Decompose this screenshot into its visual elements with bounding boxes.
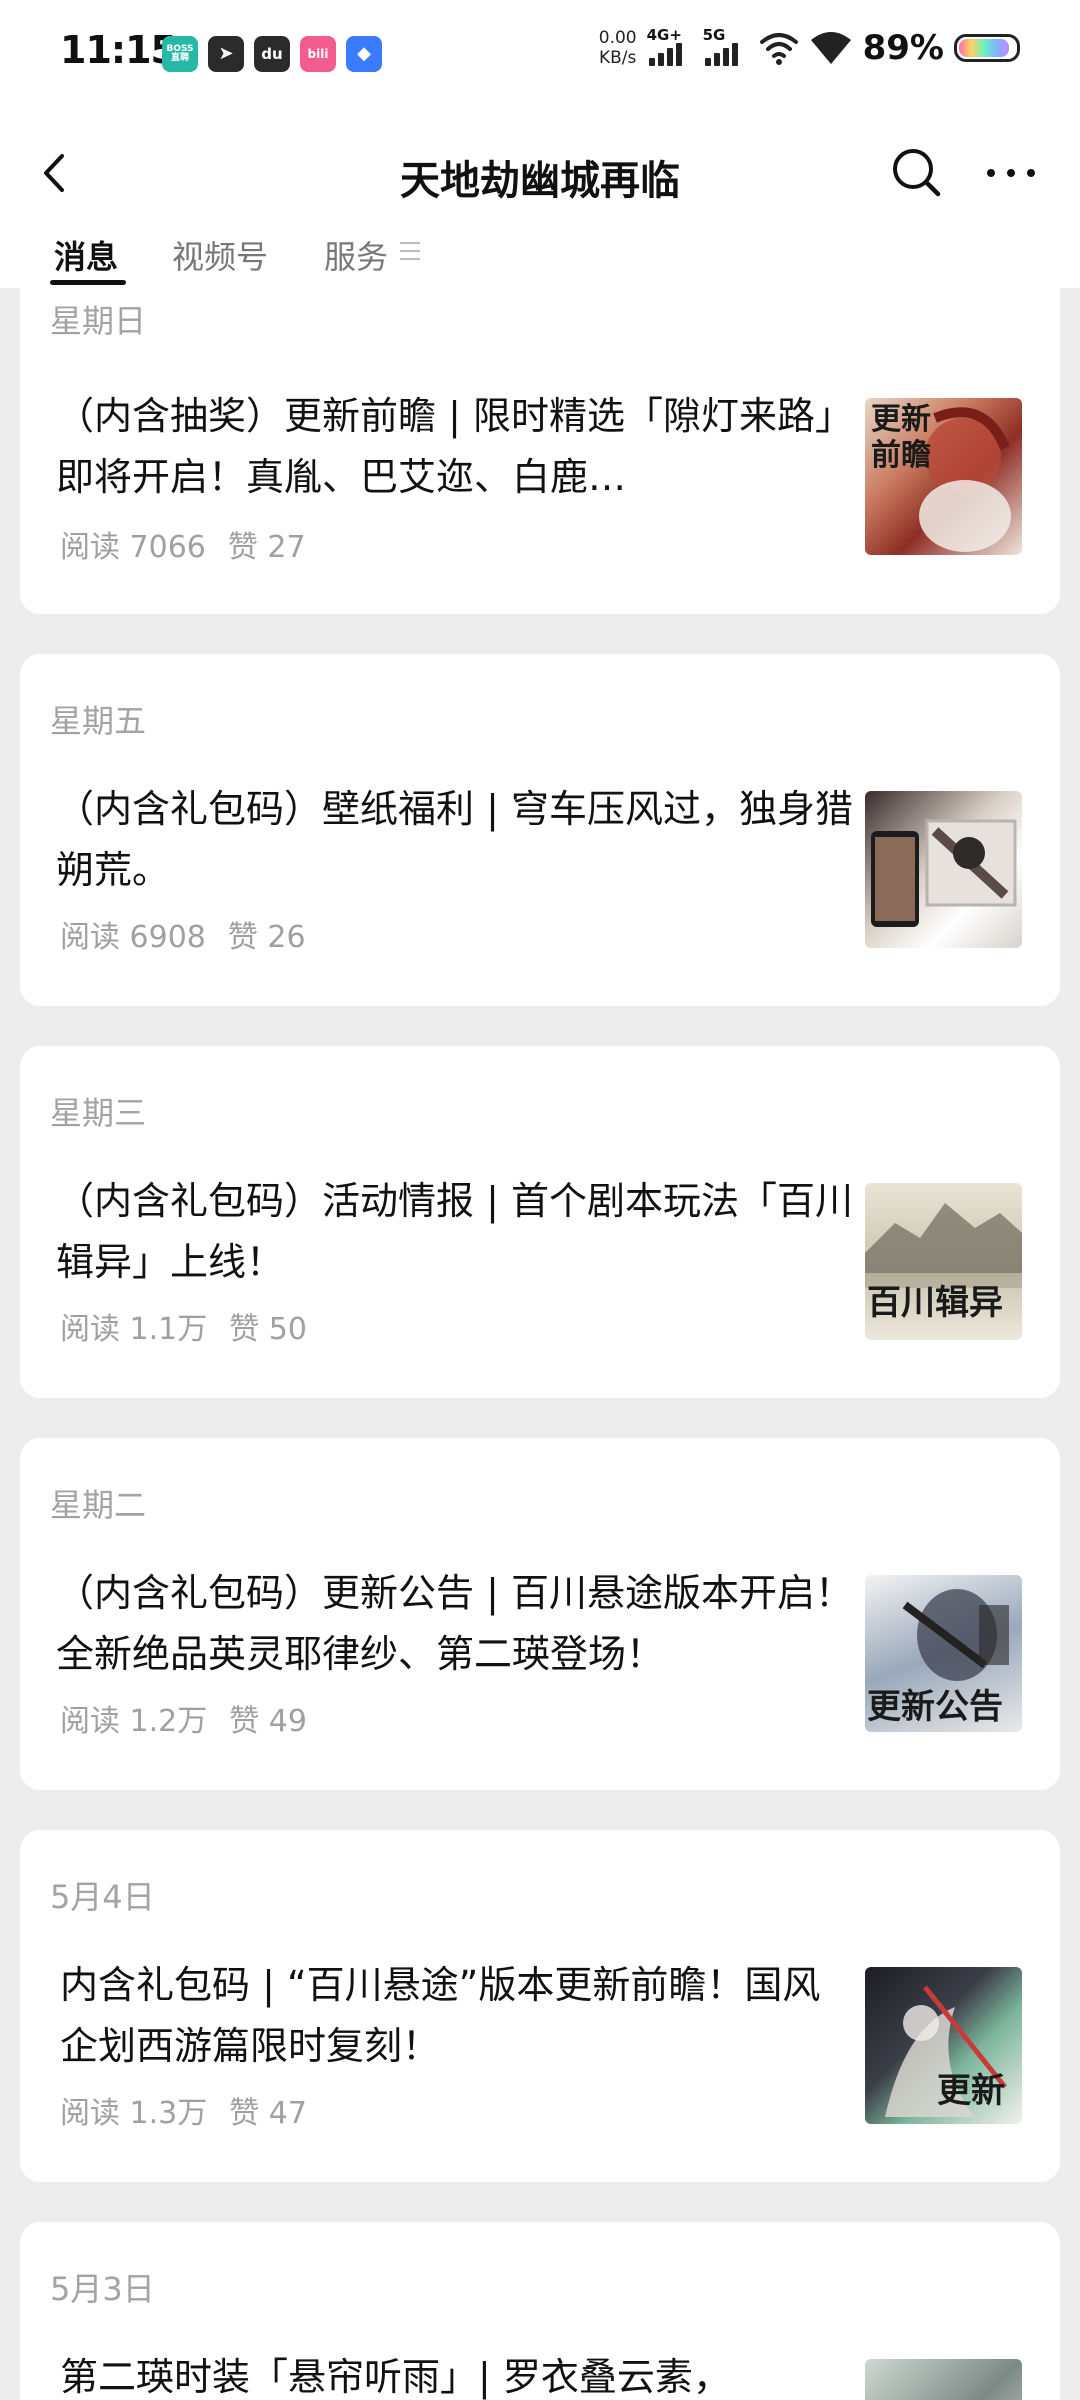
article-date: 5月3日 — [50, 2270, 155, 2308]
article-title[interactable]: （内含抽奖）更新前瞻 | 限时精选「隙灯来路」即将开启！真胤、巴艾迩、白鹿… — [56, 386, 856, 508]
article-likes: 赞 27 — [227, 530, 306, 565]
boss-zhipin-app-icon: BOSS 直聘 — [162, 36, 198, 72]
thumbnail-text: 更新公告 — [867, 1687, 1003, 1727]
thumbnail-text: 更新 — [937, 2071, 1005, 2111]
article-title[interactable]: 内含礼包码 | “百川悬途”版本更新前瞻！国风企划西游篇限时复刻！ — [60, 1955, 830, 2077]
status-right-group: 0.00 KB/s 4G+ 5G 89% — [599, 26, 1020, 70]
signal-5g-icon: 5G — [703, 26, 749, 70]
nav-bar: 天地劫幽城再临 — [0, 110, 1080, 236]
signal-5g-label: 5G — [702, 26, 726, 44]
article-card[interactable]: 星期五 （内含礼包码）壁纸福利 | 穹车压风过，独身猎朔荒。 阅读 6908 赞 … — [20, 654, 1060, 1006]
article-card[interactable]: 星期三 （内含礼包码）活动情报 | 首个剧本玩法「百川辑异」上线！ 阅读 1.1… — [20, 1046, 1060, 1398]
battery-fill — [959, 39, 1009, 57]
tab-services[interactable]: 服务 — [324, 232, 388, 278]
thumbnail-text: 更新前瞻 — [871, 402, 931, 473]
article-date: 星期三 — [50, 1094, 147, 1132]
article-meta: 阅读 7066 赞 27 — [60, 522, 328, 566]
article-date: 5月4日 — [50, 1878, 155, 1916]
du-app-icon: du — [254, 36, 290, 72]
bilibili-app-icon: bili — [300, 36, 336, 72]
network-speed-unit: KB/s — [598, 48, 637, 68]
telegram-app-icon: ➤ — [208, 36, 244, 72]
thumbnail-text: 百川辑异 — [867, 1283, 1003, 1323]
status-time: 11:15 — [60, 28, 177, 72]
article-thumbnail[interactable]: 百川辑异 — [865, 1183, 1022, 1340]
article-thumbnail[interactable]: 更新公告 — [865, 1575, 1022, 1732]
tab-video[interactable]: 视频号 — [172, 232, 268, 278]
status-bar: 11:15 BOSS 直聘 ➤ du bili ◆ 0.00 KB/s 4G+ 5… — [0, 0, 1080, 110]
article-feed[interactable]: 星期日 （内含抽奖）更新前瞻 | 限时精选「隙灯来路」即将开启！真胤、巴艾迩、白… — [0, 288, 1080, 2400]
article-date: 星期日 — [50, 302, 147, 340]
notification-icons: BOSS 直聘 ➤ du bili ◆ — [162, 36, 382, 72]
article-reads: 阅读 1.2万 — [60, 1704, 208, 1739]
article-title[interactable]: 第二瑛时装「悬帘听雨」| 罗衣叠云素， — [60, 2347, 860, 2400]
blue-app-icon: ◆ — [346, 36, 382, 72]
menu-icon — [400, 242, 420, 264]
article-reads: 阅读 6908 — [60, 920, 206, 955]
article-card[interactable]: 星期日 （内含抽奖）更新前瞻 | 限时精选「隙灯来路」即将开启！真胤、巴艾迩、白… — [20, 288, 1060, 614]
search-icon[interactable] — [882, 138, 952, 208]
article-thumbnail[interactable] — [865, 791, 1022, 948]
article-meta: 阅读 1.1万赞 50 — [60, 1304, 329, 1348]
article-card[interactable]: 5月3日 第二瑛时装「悬帘听雨」| 罗衣叠云素， — [20, 2222, 1060, 2400]
article-likes: 赞 49 — [229, 1704, 307, 1739]
article-reads: 阅读 1.1万 — [60, 1312, 208, 1347]
article-meta: 阅读 6908 赞 26 — [60, 912, 328, 956]
article-thumbnail[interactable]: 更新 — [865, 1967, 1022, 2124]
article-date: 星期五 — [50, 702, 147, 740]
article-thumbnail[interactable]: 更新前瞻 — [865, 398, 1022, 555]
article-title[interactable]: （内含礼包码）更新公告 | 百川悬途版本开启！全新绝品英灵耶律纱、第二瑛登场！ — [56, 1563, 856, 1685]
article-thumbnail[interactable] — [865, 2359, 1022, 2400]
article-meta: 阅读 1.2万赞 49 — [60, 1696, 329, 1740]
page-title: 天地劫幽城再临 — [400, 158, 680, 204]
tab-bar: 消息 视频号 服务 — [0, 226, 1080, 288]
article-date: 星期二 — [50, 1486, 147, 1524]
hotspot-wifi-icon — [759, 33, 798, 65]
article-likes: 赞 47 — [229, 2096, 307, 2131]
network-speed: 0.00 KB/s — [599, 28, 637, 68]
battery-percent: 89% — [862, 28, 944, 68]
article-title[interactable]: （内含礼包码）壁纸福利 | 穹车压风过，独身猎朔荒。 — [56, 779, 856, 901]
article-meta: 阅读 1.3万赞 47 — [60, 2088, 329, 2132]
signal-4g-icon: 4G+ — [647, 26, 693, 70]
article-reads: 阅读 1.3万 — [60, 2096, 208, 2131]
signal-4g-label: 4G+ — [646, 26, 682, 44]
article-card[interactable]: 星期二 （内含礼包码）更新公告 | 百川悬途版本开启！全新绝品英灵耶律纱、第二瑛… — [20, 1438, 1060, 1790]
battery-icon — [954, 34, 1020, 62]
back-button[interactable] — [22, 138, 92, 208]
article-title[interactable]: （内含礼包码）活动情报 | 首个剧本玩法「百川辑异」上线！ — [56, 1171, 856, 1293]
thumbnail-art — [871, 819, 1017, 927]
network-speed-value: 0.00 — [598, 28, 637, 48]
tab-active-indicator — [50, 280, 126, 285]
article-card[interactable]: 5月4日 内含礼包码 | “百川悬途”版本更新前瞻！国风企划西游篇限时复刻！ 阅… — [20, 1830, 1060, 2182]
article-likes: 赞 50 — [229, 1312, 307, 1347]
wifi-icon — [810, 32, 851, 64]
tab-messages[interactable]: 消息 — [54, 232, 118, 278]
article-reads: 阅读 7066 — [60, 530, 206, 565]
more-icon[interactable] — [976, 138, 1046, 208]
article-likes: 赞 26 — [227, 920, 306, 955]
